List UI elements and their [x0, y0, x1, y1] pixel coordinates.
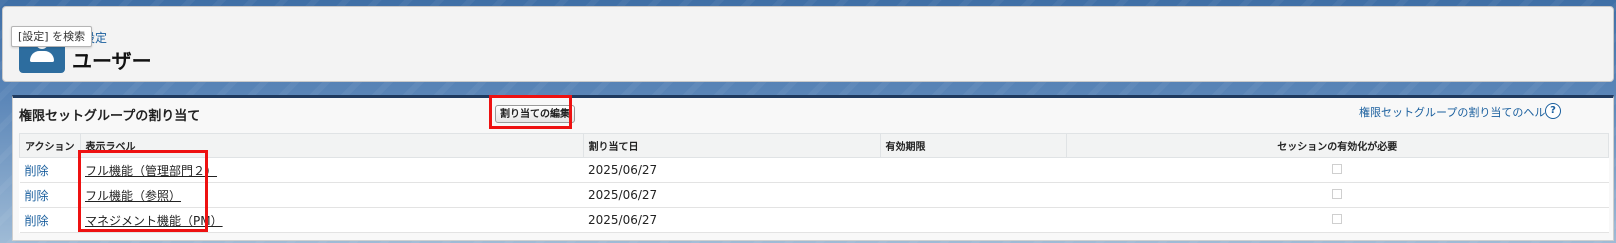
permission-set-group-link[interactable]: フル機能（管理部門２） — [85, 164, 217, 178]
delete-link[interactable]: 削除 — [25, 164, 49, 178]
permission-set-group-assignments-panel: 権限セットグループの割り当て 割り当ての編集 権限セットグループの割り当てのヘル… — [12, 95, 1614, 241]
permission-set-group-link[interactable]: マネジメント機能（PM） — [85, 214, 223, 228]
delete-link[interactable]: 削除 — [25, 189, 49, 203]
help-link[interactable]: 権限セットグループの割り当てのヘルプ — [1359, 104, 1556, 120]
assigned-date: 2025/06/27 — [583, 157, 880, 183]
table-row: 削除 マネジメント機能（PM） 2025/06/27 — [19, 207, 1609, 233]
column-header-action: アクション — [19, 133, 81, 158]
edit-assignments-button[interactable]: 割り当ての編集 — [495, 105, 575, 123]
page-title: ユーザー — [72, 49, 152, 73]
expiry-date — [880, 182, 1066, 208]
column-header-date[interactable]: 割り当て日 — [582, 133, 881, 158]
search-setup-tooltip: [設定] を検索 — [11, 26, 93, 47]
help-icon[interactable]: ? — [1545, 103, 1561, 119]
permission-set-group-link[interactable]: フル機能（参照） — [85, 189, 181, 203]
assigned-date: 2025/06/27 — [583, 182, 880, 208]
panel-title: 権限セットグループの割り当て — [19, 109, 201, 124]
session-required-checkbox — [1332, 214, 1343, 224]
assignments-table: アクション 表示ラベル 割り当て日 有効期限 セッションの有効化が必要 削除 フ… — [19, 133, 1609, 233]
delete-link[interactable]: 削除 — [25, 214, 49, 228]
table-row: 削除 フル機能（管理部門２） 2025/06/27 — [19, 157, 1609, 183]
session-required-checkbox — [1332, 164, 1343, 174]
column-header-expiry[interactable]: 有効期限 — [879, 133, 1067, 158]
table-header-row: アクション 表示ラベル 割り当て日 有効期限 セッションの有効化が必要 — [19, 133, 1609, 158]
page-header: 設定 [設定] を検索 ユーザー — [2, 6, 1614, 82]
table-row: 削除 フル機能（参照） 2025/06/27 — [19, 182, 1609, 208]
expiry-date — [880, 157, 1066, 183]
column-header-label[interactable]: 表示ラベル — [79, 133, 584, 158]
assigned-date: 2025/06/27 — [583, 207, 880, 233]
expiry-date — [880, 207, 1066, 233]
column-header-session-required[interactable]: セッションの有効化が必要 — [1065, 133, 1609, 158]
session-required-checkbox — [1332, 189, 1343, 199]
